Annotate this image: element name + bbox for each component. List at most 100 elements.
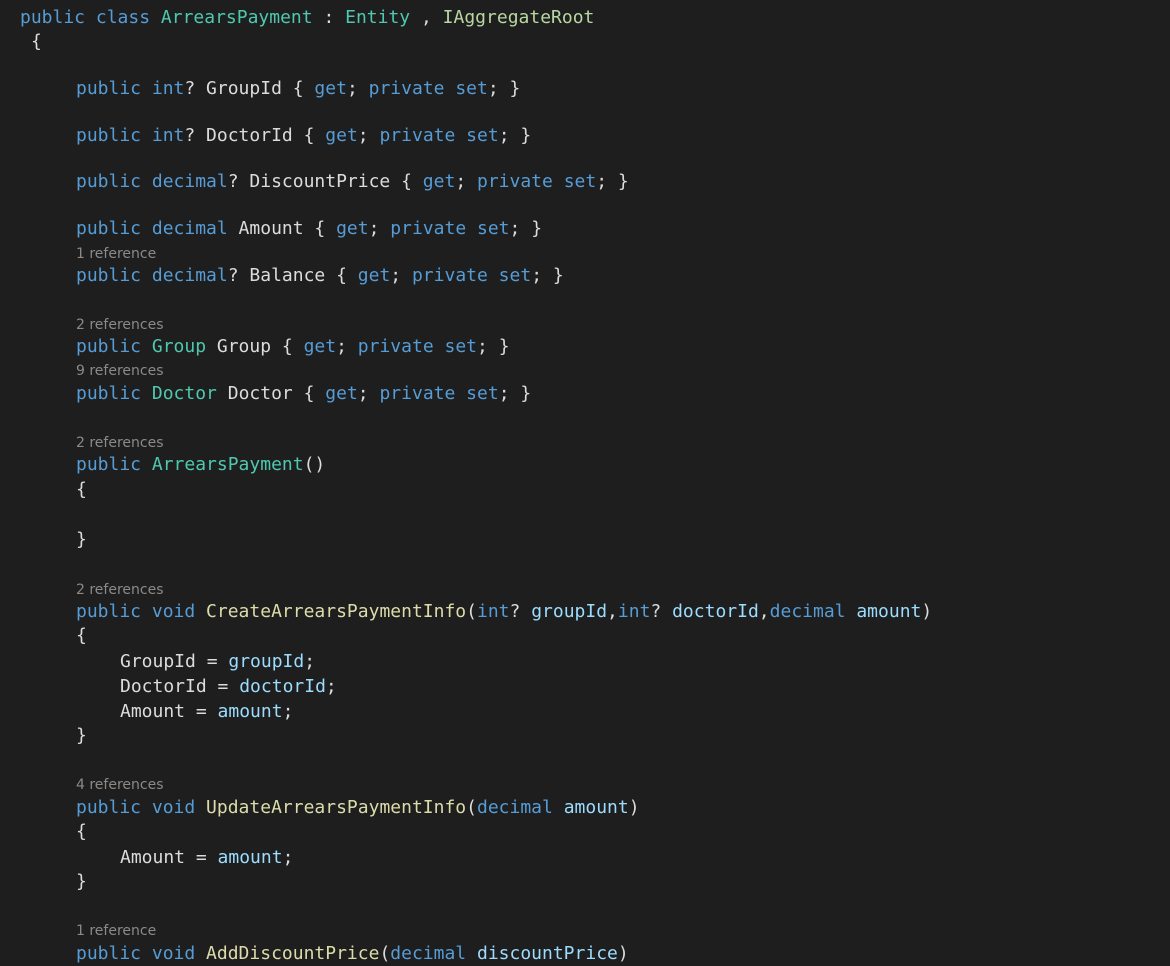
codelens-references-link[interactable]: 1 reference (76, 246, 156, 262)
code-editor[interactable]: public class ArrearsPayment : Entity , I… (0, 0, 1170, 964)
code-token: decimal (390, 943, 477, 964)
code-token: public int (76, 125, 185, 146)
code-token: public (76, 383, 152, 404)
code-token: ? DoctorId { (184, 125, 326, 146)
code-token: ArrearsPayment (160, 7, 313, 28)
code-line[interactable]: Amount = amount; (120, 700, 293, 724)
code-token: , (758, 601, 770, 622)
code-token: groupId (531, 601, 608, 622)
code-token: get (422, 171, 456, 192)
code-line[interactable]: public class ArrearsPayment : Entity , I… (20, 6, 594, 30)
code-line[interactable]: public int? GroupId { get; private set; … (76, 77, 520, 101)
code-token: ) (921, 601, 933, 622)
code-token: amount (563, 797, 629, 818)
code-token: public (76, 336, 152, 357)
code-line[interactable]: public int? DoctorId { get; private set;… (76, 124, 531, 148)
code-line[interactable]: public decimal Amount { get; private set… (76, 217, 542, 241)
code-token: ; (336, 336, 358, 357)
code-token: public void (76, 601, 207, 622)
code-token: () (303, 454, 326, 475)
code-token: public void (76, 943, 207, 964)
code-token: ; (357, 383, 380, 404)
code-token: ; (304, 651, 316, 672)
code-token: ; } (596, 171, 629, 192)
code-token: { (76, 625, 87, 646)
code-token: ; } (487, 78, 521, 99)
code-line[interactable]: DoctorId = doctorId; (120, 675, 337, 699)
code-token: ? (509, 601, 532, 622)
code-line[interactable]: { (76, 624, 87, 648)
code-line[interactable]: public decimal? Balance { get; private s… (76, 264, 564, 288)
code-token: private set (411, 265, 532, 286)
code-token: ( (379, 943, 391, 964)
code-token: public (76, 454, 152, 475)
codelens-references-link[interactable]: 1 reference (76, 923, 156, 939)
code-token: } (76, 871, 87, 892)
code-token: ? (650, 601, 673, 622)
code-line[interactable]: { (76, 478, 87, 502)
code-token: public decimal (76, 171, 228, 192)
code-line[interactable]: public decimal? DiscountPrice { get; pri… (76, 170, 629, 194)
code-token: decimal (476, 797, 564, 818)
code-line[interactable]: public Group Group { get; private set; } (76, 335, 510, 359)
code-token: get (336, 218, 369, 239)
code-token: IAggregateRoot (442, 7, 595, 28)
code-line[interactable]: } (76, 870, 87, 894)
code-token: ; } (498, 383, 532, 404)
code-token: Doctor (151, 383, 217, 404)
code-line[interactable]: } (76, 724, 87, 748)
code-token: private set (390, 218, 510, 239)
code-token: ; (368, 218, 391, 239)
code-token: decimal (769, 601, 857, 622)
code-token: discountPrice (476, 943, 618, 964)
code-line[interactable]: GroupId = groupId; (120, 650, 315, 674)
code-token: ; } (531, 265, 564, 286)
code-token: ; (390, 265, 412, 286)
code-token: amount (217, 701, 283, 722)
code-line[interactable]: { (76, 820, 87, 844)
code-token: private set (368, 78, 488, 99)
code-token: ( (466, 601, 477, 622)
code-token: private set (379, 383, 499, 404)
code-token: public decimal (76, 218, 228, 239)
code-token: Group (151, 336, 207, 357)
code-token: Entity (345, 7, 411, 28)
code-token: ; (325, 676, 337, 697)
code-line[interactable]: public ArrearsPayment() (76, 453, 325, 477)
code-token: doctorId (672, 601, 759, 622)
code-token: CreateArrearsPaymentInfo (206, 601, 467, 622)
codelens-references-link[interactable]: 2 references (76, 435, 164, 451)
code-token: get (314, 78, 347, 99)
code-token: public int (76, 78, 185, 99)
code-token: ? DiscountPrice { (227, 171, 423, 192)
code-token: { (76, 821, 87, 842)
code-token: GroupId = (120, 651, 229, 672)
codelens-references-link[interactable]: 2 references (76, 582, 164, 598)
code-token: private set (379, 125, 499, 146)
code-line[interactable]: { (31, 30, 42, 54)
code-token: Amount { (227, 218, 337, 239)
code-token: { (31, 31, 42, 52)
codelens-references-link[interactable]: 2 references (76, 317, 164, 333)
code-token: ) (617, 943, 629, 964)
code-line[interactable]: public Doctor Doctor { get; private set;… (76, 382, 531, 406)
code-token: amount (217, 847, 283, 868)
code-line[interactable]: Amount = amount; (120, 846, 293, 870)
code-line[interactable]: public void CreateArrearsPaymentInfo(int… (76, 600, 932, 624)
code-token: ; } (509, 218, 543, 239)
code-token: public class (20, 7, 161, 28)
code-line[interactable]: public void UpdateArrearsPaymentInfo(dec… (76, 796, 640, 820)
code-token: get (303, 336, 337, 357)
code-token: ; } (477, 336, 510, 357)
code-token: Amount = (120, 847, 218, 868)
code-token: ; (282, 847, 294, 868)
code-line[interactable]: public void AddDiscountPrice(decimal dis… (76, 942, 629, 966)
code-token: , (607, 601, 618, 622)
code-token: { (76, 479, 87, 500)
code-token: amount (856, 601, 922, 622)
code-token: ArrearsPayment (151, 454, 304, 475)
codelens-references-link[interactable]: 4 references (76, 777, 164, 793)
code-token: Amount = (120, 701, 218, 722)
codelens-references-link[interactable]: 9 references (76, 363, 164, 379)
code-line[interactable]: } (76, 528, 87, 552)
